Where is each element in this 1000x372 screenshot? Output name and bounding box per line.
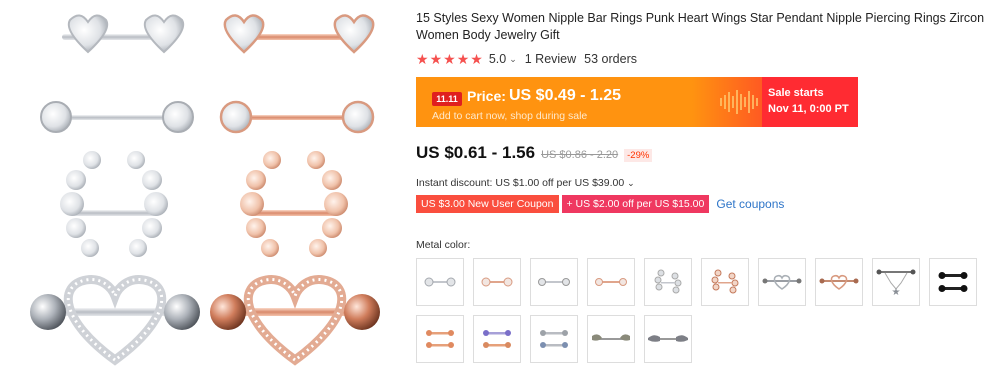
silver-barbell-icon [540,330,568,348]
sale-banner: 11.11 Price: US $0.49 - 1.25 Add to cart… [416,77,858,127]
swatch-silver-heart-bar[interactable] [416,258,464,306]
banner-price-label: Price: [467,88,506,104]
review-count-link[interactable]: 1 Review [525,52,576,66]
swatch-silver-round-bar[interactable] [530,258,578,306]
swatch-black-barbell[interactable] [929,258,977,306]
swatch-purple-barbell[interactable] [473,315,521,363]
purple-barbell-icon [483,330,511,348]
product-title: 15 Styles Sexy Women Nipple Bar Rings Pu… [416,11,985,42]
order-count: 53 orders [584,52,637,66]
sale-start-date: Nov 11, 0:00 PT [768,103,849,115]
product-info: 15 Styles Sexy Women Nipple Bar Rings Pu… [416,0,1000,372]
swatch-rose-heart-bar[interactable] [473,258,521,306]
silver-cluster-bar-image [60,151,168,257]
silver-heart-bar-image [62,14,185,54]
silver-round-bar-image [40,101,194,133]
sale-start-panel [762,77,858,127]
swatch-rose-purple-barbell[interactable] [416,315,464,363]
banner-decoration [720,89,758,115]
rating-row: ★ ★ ★ ★ ★ 5.0 ⌄ 1 Review 53 orders [416,50,637,68]
eleven-eleven-badge: 11.11 [432,92,462,106]
rose-heart-bar-image [223,14,375,54]
rose-heart-bar-icon [481,277,513,287]
silver-heart-shield-icon [762,275,802,290]
feather-bar-icon [592,334,630,341]
silver-cluster-icon [654,269,682,294]
get-coupons-link[interactable]: Get coupons [716,197,784,211]
rose-heart-shield-icon [819,275,859,290]
silver-round-bar-icon [538,278,570,286]
rose-barbell-icon [426,330,454,348]
original-price: US $0.86 - 2.20 [541,149,619,161]
banner-price-value: US $0.49 - 1.25 [509,87,622,104]
product-main-image[interactable] [0,0,410,372]
star-icon: ★ [443,51,456,67]
svg-text:★: ★ [892,287,901,298]
star-icon: ★ [470,51,483,67]
swatch-silver-heart-shield[interactable] [758,258,806,306]
store-coupon[interactable]: + US $2.00 off per US $15.00 [561,195,710,213]
rose-heart-shield-image [210,275,380,366]
star-rating[interactable]: ★ ★ ★ ★ ★ [416,52,483,66]
price-row: US $0.61 - 1.56 US $0.86 - 2.20 -29% [416,143,653,165]
rating-score[interactable]: 5.0 [489,52,506,66]
rose-cluster-bar-image [240,151,348,257]
swatch-rose-heart-shield[interactable] [815,258,863,306]
product-image-gallery[interactable] [0,0,410,372]
swatch-rose-cluster[interactable] [701,258,749,306]
rose-round-bar-image [219,100,375,134]
new-user-coupon[interactable]: US $3.00 New User Coupon [416,195,559,213]
star-icon: ★ [416,51,429,67]
wing-bar-icon [648,335,688,342]
star-icon: ★ [456,51,470,67]
chevron-down-icon: ⌄ [627,178,635,188]
swatch-wing-bar[interactable] [644,315,692,363]
swatch-silver-cluster[interactable] [644,258,692,306]
silver-heart-shield-image [30,275,200,366]
metal-color-label: Metal color: [416,239,471,251]
silver-heart-bar-icon [424,277,456,287]
star-pendant-icon: ★ [876,269,916,298]
current-price: US $0.61 - 1.56 [416,143,536,162]
instant-discount[interactable]: Instant discount: US $1.00 off per US $3… [416,177,635,189]
instant-discount-text: Instant discount: US $1.00 off per US $3… [416,177,625,189]
discount-badge: -29% [624,149,653,162]
swatch-silver-barbell[interactable] [530,315,578,363]
chevron-down-icon[interactable]: ⌄ [509,54,517,65]
banner-subtext: Add to cart now, shop during sale [432,110,588,122]
black-barbell-icon [938,272,968,292]
swatch-feather-bar[interactable] [587,315,635,363]
coupon-row: US $3.00 New User Coupon + US $2.00 off … [416,195,784,213]
rose-cluster-icon [711,269,739,294]
swatch-silver-star-pendant[interactable]: ★ [872,258,920,306]
star-icon: ★ [429,51,443,67]
swatch-rose-round-bar[interactable] [587,258,635,306]
rose-round-bar-icon [595,278,627,286]
sale-start-label: Sale starts [768,87,824,99]
